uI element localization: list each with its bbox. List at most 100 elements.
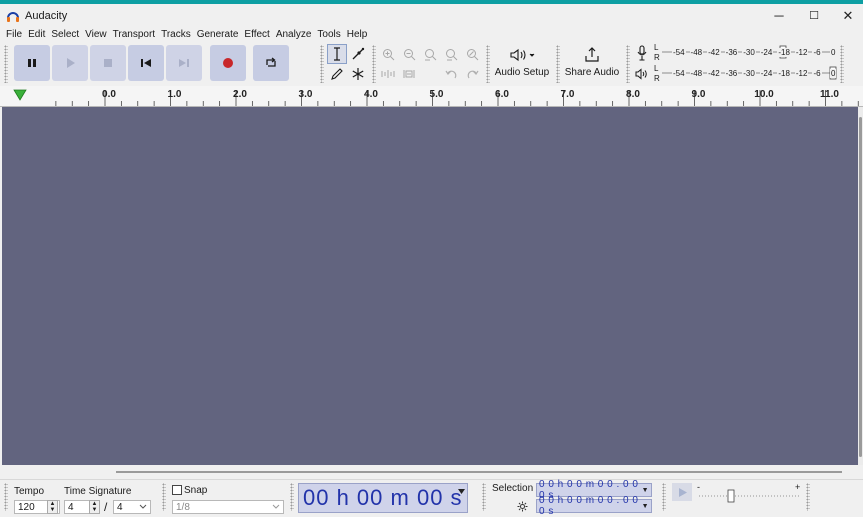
loop-button[interactable] xyxy=(253,45,289,81)
track-area[interactable] xyxy=(2,107,858,465)
share-icon xyxy=(585,47,599,62)
audio-setup-grip[interactable] xyxy=(486,45,490,83)
silence-icon xyxy=(403,70,415,78)
snap-checkbox[interactable] xyxy=(172,485,182,495)
maximize-button[interactable]: ☐ xyxy=(797,4,831,27)
menu-effect[interactable]: Effect xyxy=(244,29,269,40)
fit-selection-button[interactable] xyxy=(420,44,440,64)
meter-scale-label: -18 xyxy=(777,69,791,78)
edit-grip[interactable] xyxy=(372,45,376,83)
multi-tool[interactable] xyxy=(348,64,368,84)
share-audio-label: Share Audio xyxy=(564,67,620,78)
time-grip[interactable] xyxy=(290,483,294,511)
zoom-selection-icon xyxy=(424,48,436,60)
play-at-speed-button[interactable] xyxy=(672,483,692,501)
time-display-menu-icon xyxy=(458,489,465,494)
tempo-label: Tempo xyxy=(14,486,45,497)
skip-to-start-button[interactable] xyxy=(128,45,164,81)
skip-to-end-button[interactable] xyxy=(166,45,202,81)
toolbar-grip[interactable] xyxy=(4,45,8,83)
gear-icon[interactable] xyxy=(517,501,528,512)
zoom-out-icon xyxy=(403,48,415,60)
share-audio-button[interactable]: Share Audio xyxy=(564,44,620,82)
zoom-toggle-icon xyxy=(466,48,478,60)
meter-scale-label: -6 xyxy=(812,69,822,78)
undo-button[interactable] xyxy=(441,64,461,84)
vertical-scrollbar[interactable] xyxy=(858,107,863,465)
timeline-ruler[interactable]: 0.0 1.0 2.0 3.0 4.0 5.0 6.0 7.0 8.0 9.0 10.0 11.0 xyxy=(0,86,863,107)
snap-chevron-down-icon xyxy=(272,504,280,509)
meter-scale-label: -6 xyxy=(812,48,822,57)
menu-tracks[interactable]: Tracks xyxy=(161,29,191,40)
zoom-out-button[interactable] xyxy=(399,44,419,64)
time-sig-upper-stepper[interactable]: ▲ ▼ xyxy=(89,500,100,514)
play-button[interactable] xyxy=(52,45,88,81)
skip-to-start-icon xyxy=(141,59,151,67)
vertical-scroll-thumb[interactable] xyxy=(859,117,862,457)
speaker-icon xyxy=(510,48,535,62)
horizontal-scrollbar[interactable] xyxy=(0,465,863,479)
audacity-logo-icon xyxy=(7,11,19,22)
snap-grip[interactable] xyxy=(162,483,166,511)
record-button[interactable] xyxy=(210,45,246,81)
menu-help[interactable]: Help xyxy=(347,29,368,40)
snap-select[interactable]: 1/8 xyxy=(172,500,284,514)
zoom-in-button[interactable] xyxy=(378,44,398,64)
playback-meter-button[interactable] xyxy=(632,64,652,84)
trim-audio-button[interactable] xyxy=(378,64,398,84)
minimize-button[interactable]: ─ xyxy=(762,4,796,27)
menu-select[interactable]: Select xyxy=(51,29,79,40)
selection-tool[interactable] xyxy=(327,44,347,64)
menu-tools[interactable]: Tools xyxy=(317,29,340,40)
meter-scale-label: -24 xyxy=(759,48,774,57)
draw-tool[interactable] xyxy=(327,64,347,84)
snap-label: Snap xyxy=(184,485,208,496)
meter-scale-label: -48 xyxy=(689,69,704,78)
ruler-label: 0.0 xyxy=(102,89,116,100)
speed-end-grip[interactable] xyxy=(806,483,810,511)
tools-grip[interactable] xyxy=(320,45,324,83)
playback-speed-slider[interactable] xyxy=(697,488,803,504)
horizontal-scroll-thumb[interactable] xyxy=(116,471,842,473)
menu-bar: File Edit Select View Transport Tracks G… xyxy=(0,27,863,42)
ruler-label: 10.0 xyxy=(754,89,774,100)
meter-end-grip[interactable] xyxy=(840,45,844,83)
meter-scale-label: 0 xyxy=(830,69,837,78)
meter-grip[interactable] xyxy=(626,45,630,83)
i-beam-icon xyxy=(334,47,340,61)
fit-project-button[interactable] xyxy=(441,44,461,64)
menu-generate[interactable]: Generate xyxy=(197,29,239,40)
menu-analyze[interactable]: Analyze xyxy=(276,29,312,40)
tempo-stepper[interactable]: ▲ ▼ xyxy=(47,500,58,514)
play-head-triangle-icon[interactable] xyxy=(13,89,27,101)
selection-grip[interactable] xyxy=(482,483,486,511)
play-at-speed-grip[interactable] xyxy=(662,483,666,511)
silence-audio-button[interactable] xyxy=(399,64,419,84)
menu-edit[interactable]: Edit xyxy=(28,29,45,40)
redo-button[interactable] xyxy=(462,64,482,84)
time-signature-grip[interactable] xyxy=(4,483,8,511)
envelope-tool[interactable] xyxy=(348,44,368,64)
menu-view[interactable]: View xyxy=(85,29,107,40)
selection-end-time[interactable]: 0 0 h 0 0 m 0 0 . 0 0 0 s ▼ xyxy=(536,495,652,517)
meter-scale-label: -42 xyxy=(707,48,721,57)
ruler-label: 1.0 xyxy=(167,89,182,100)
stop-button[interactable] xyxy=(90,45,126,81)
record-meter-button[interactable] xyxy=(632,43,652,63)
ruler-label: 2.0 xyxy=(233,89,247,100)
zoom-toggle-button[interactable] xyxy=(462,44,482,64)
ruler-label: 6.0 xyxy=(495,89,509,100)
close-button[interactable]: ✕ xyxy=(831,4,863,27)
audio-setup-button[interactable]: Audio Setup xyxy=(494,44,550,82)
menu-file[interactable]: File xyxy=(6,29,22,40)
pause-button[interactable] xyxy=(14,45,50,81)
selection-label: Selection xyxy=(492,483,534,494)
share-audio-grip[interactable] xyxy=(556,45,560,83)
playback-meter-channel-r: R xyxy=(654,74,660,83)
time-sig-lower-select[interactable]: 4 xyxy=(113,500,151,514)
time-display[interactable]: 00 h 00 m 00 s xyxy=(298,483,468,513)
meter-scale-label: -12 xyxy=(794,69,809,78)
menu-transport[interactable]: Transport xyxy=(113,29,155,40)
ruler-label: 11.0 xyxy=(820,89,839,100)
meter-scale-label: -36 xyxy=(724,69,739,78)
